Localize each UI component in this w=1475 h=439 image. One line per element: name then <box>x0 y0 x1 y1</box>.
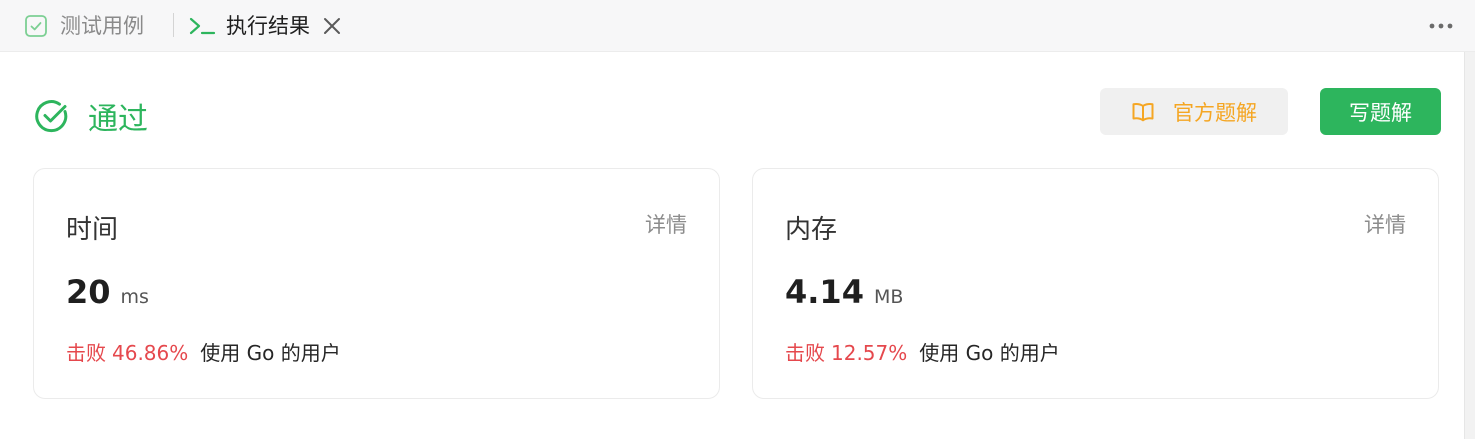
memory-title: 内存 <box>785 215 838 245</box>
memory-detail-link[interactable]: 详情 <box>1364 209 1406 239</box>
memory-beats: 击败 12.57% 使用 Go 的用户 <box>785 337 1060 366</box>
book-icon <box>1132 102 1154 121</box>
memory-beats-percent: 12.57% <box>831 341 908 365</box>
memory-card: 内存 详情 4.14 MB 击败 12.57% 使用 Go 的用户 <box>752 168 1439 399</box>
tab-testcase[interactable]: 测试用例 <box>24 0 144 52</box>
runtime-beats-suffix: 使用 Go 的用户 <box>200 341 341 365</box>
tab-result-label: 执行结果 <box>226 14 310 38</box>
terminal-icon <box>189 17 216 35</box>
close-icon[interactable] <box>322 16 342 36</box>
runtime-beats-label: 击败 <box>66 341 106 365</box>
tab-divider <box>173 13 174 37</box>
result-status: 通过 <box>34 92 148 140</box>
panel-tabbar: 测试用例 执行结果 <box>0 0 1475 52</box>
memory-metric: 4.14 MB <box>785 273 903 311</box>
runtime-metric: 20 ms <box>66 273 149 311</box>
editorial-button-label: 官方题解 <box>1173 100 1257 125</box>
status-label: 通过 <box>88 102 148 137</box>
memory-value: 4.14 <box>785 273 864 311</box>
check-circle-icon <box>35 100 68 133</box>
runtime-card: 时间 详情 20 ms 击败 46.86% 使用 Go 的用户 <box>33 168 720 399</box>
write-solution-label: 写题解 <box>1349 100 1412 125</box>
checkbox-icon <box>25 15 47 37</box>
memory-beats-label: 击败 <box>785 341 825 365</box>
tab-testcase-label: 测试用例 <box>60 14 144 38</box>
write-solution-button[interactable]: 写题解 <box>1320 88 1441 135</box>
runtime-beats-percent: 46.86% <box>112 341 189 365</box>
runtime-detail-link[interactable]: 详情 <box>645 209 687 239</box>
runtime-title: 时间 <box>66 215 119 245</box>
runtime-value: 20 <box>66 273 111 311</box>
scrollbar[interactable] <box>1464 52 1475 439</box>
editorial-button[interactable]: 官方题解 <box>1100 88 1288 135</box>
memory-unit: MB <box>873 286 904 308</box>
tab-result[interactable]: 执行结果 <box>188 0 342 52</box>
runtime-unit: ms <box>120 286 149 308</box>
more-icon[interactable] <box>1427 16 1455 36</box>
runtime-beats: 击败 46.86% 使用 Go 的用户 <box>66 337 341 366</box>
memory-beats-suffix: 使用 Go 的用户 <box>919 341 1060 365</box>
